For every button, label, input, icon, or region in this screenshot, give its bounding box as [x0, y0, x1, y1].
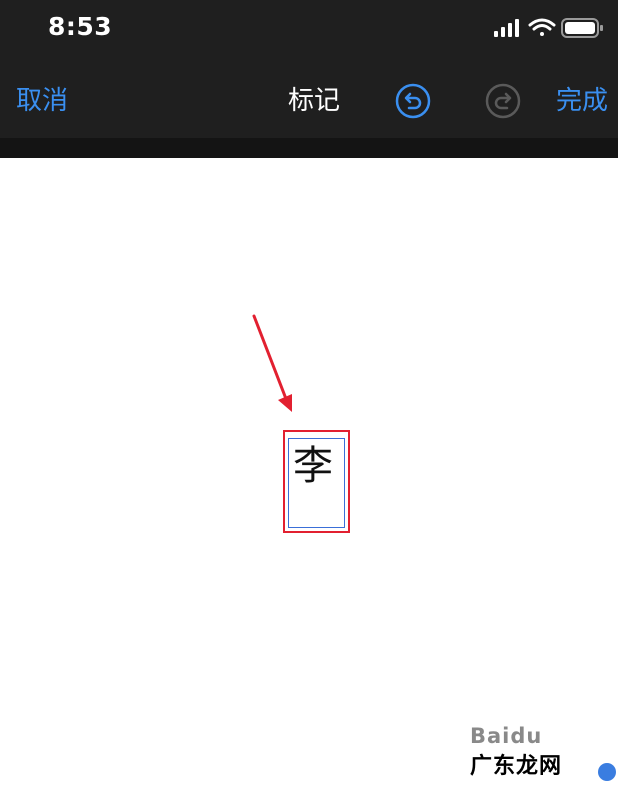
done-button[interactable]: 完成: [556, 83, 608, 119]
undo-button[interactable]: [395, 83, 431, 119]
status-time: 8:53: [48, 12, 113, 41]
battery-icon: [561, 18, 603, 38]
watermark-text: 广东龙网: [470, 754, 563, 779]
watermark-logo: Baidu: [470, 724, 543, 748]
red-arrow-annotation: [252, 314, 292, 412]
watermark-badge: [598, 763, 616, 781]
red-highlight-box: [283, 430, 350, 533]
page-title: 标记: [287, 86, 340, 116]
undo-icon: [395, 83, 431, 119]
toolbar-shadow: [0, 138, 618, 158]
wifi-icon: [528, 18, 556, 36]
status-icons: [494, 16, 606, 40]
signal-icon: [494, 19, 519, 37]
redo-icon: [485, 83, 521, 119]
redo-button[interactable]: [485, 83, 521, 119]
